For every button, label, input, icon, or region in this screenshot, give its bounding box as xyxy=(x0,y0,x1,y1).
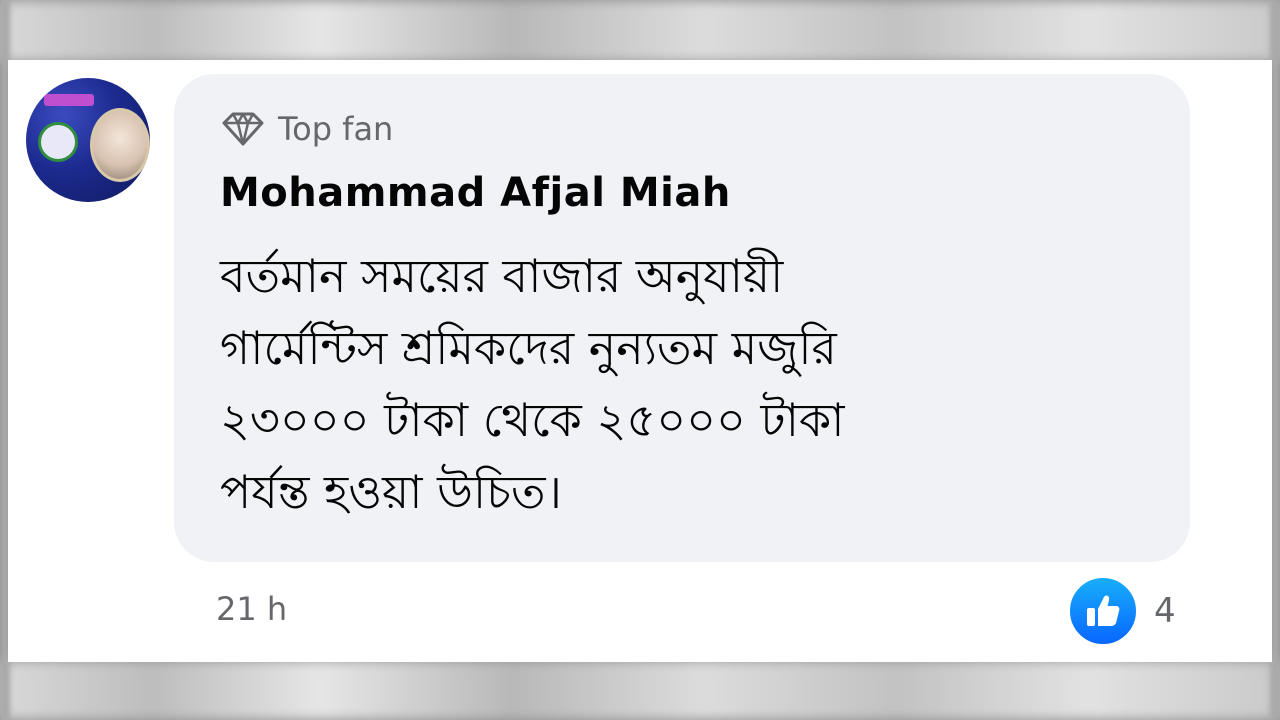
blurred-background-top xyxy=(0,0,1280,62)
comment-line: বর্তমান সময়ের বাজার অনুযায়ী xyxy=(220,249,784,303)
reaction-summary[interactable]: 4 xyxy=(1066,574,1176,648)
comment-line: পর্যন্ত হওয়া উচিত। xyxy=(220,465,562,519)
blurred-background-bottom xyxy=(0,660,1280,720)
comment-bubble: Top fan Mohammad Afjal Miah বর্তমান সময়… xyxy=(174,74,1190,562)
comment-panel: Top fan Mohammad Afjal Miah বর্তমান সময়… xyxy=(8,60,1272,662)
avatar-banner xyxy=(44,94,94,106)
like-reaction[interactable] xyxy=(1066,574,1140,648)
avatar-portrait xyxy=(90,108,150,182)
like-icon xyxy=(1087,595,1120,626)
avatar-emblem xyxy=(38,122,78,162)
badge-label: Top fan xyxy=(278,110,394,148)
comment-line: ২৩০০০ টাকা থেকে ২৫০০০ টাকা xyxy=(220,393,845,447)
comment-text: বর্তমান সময়ের বাজার অনুযায়ী গার্মেন্টি… xyxy=(220,240,1150,528)
author-name[interactable]: Mohammad Afjal Miah xyxy=(220,170,731,216)
diamond-icon xyxy=(222,112,264,146)
reaction-count: 4 xyxy=(1154,591,1176,631)
avatar[interactable] xyxy=(26,78,150,202)
comment-timestamp[interactable]: 21 h xyxy=(216,590,287,628)
top-fan-badge[interactable]: Top fan xyxy=(220,110,393,148)
comment-line: গার্মেন্টিস শ্রমিকদের নুন্যতম মজুরি xyxy=(220,321,837,375)
